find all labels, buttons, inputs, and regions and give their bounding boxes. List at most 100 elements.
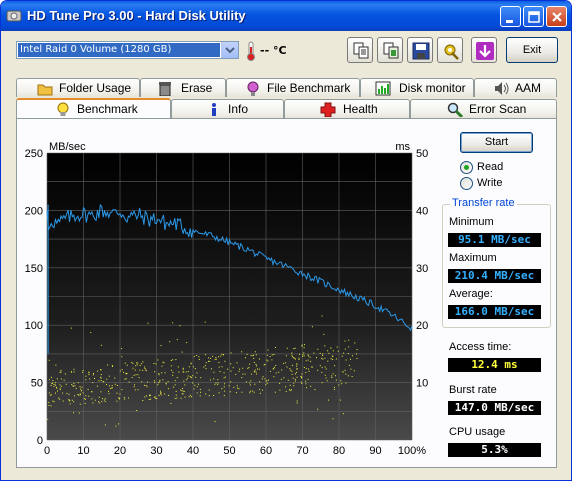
access-time-point (96, 385, 98, 387)
access-time-point (218, 356, 220, 358)
access-time-point (249, 384, 251, 386)
tab-label: Info (228, 102, 249, 116)
access-time-point (182, 387, 184, 389)
access-time-point (242, 373, 244, 375)
access-time-point (137, 389, 139, 391)
access-time-point (230, 363, 232, 365)
tab-info[interactable]: Info (171, 99, 284, 118)
x-tick-label: 90 (369, 445, 381, 455)
app-icon (6, 10, 22, 22)
drive-select-arrow[interactable] (221, 42, 238, 58)
access-time-point (257, 368, 258, 370)
access-time-point (214, 383, 216, 385)
access-time-point (212, 355, 214, 357)
tab-benchmark[interactable]: Benchmark (16, 98, 171, 118)
access-time-point (313, 352, 315, 354)
minimize-button[interactable] (500, 6, 521, 27)
access-time-point (302, 354, 304, 356)
access-time-point (164, 372, 166, 374)
access-time-point (124, 398, 126, 400)
access-time-point (144, 366, 146, 368)
access-time-point (192, 375, 194, 377)
access-time-point (232, 367, 234, 369)
options-button[interactable] (437, 37, 463, 63)
x-tick-label: 60 (260, 445, 272, 455)
access-time-point (126, 373, 128, 375)
access-time-point (254, 351, 256, 353)
access-time-point (330, 358, 332, 360)
y2-tick-label: 20 (416, 320, 428, 332)
access-time-point (80, 390, 82, 392)
tab-erase[interactable]: Erase (140, 78, 226, 97)
access-time-point (310, 360, 312, 362)
tab-disk-monitor[interactable]: Disk monitor (360, 78, 474, 97)
tab-aam[interactable]: AAM (474, 78, 557, 97)
start-button[interactable]: Start (460, 132, 533, 153)
y2-tick-label: 40 (416, 205, 428, 217)
save-button[interactable] (407, 37, 433, 63)
access-time-point (137, 362, 139, 364)
access-time-point (259, 358, 260, 360)
access-time-point (159, 379, 161, 381)
access-time-point (332, 373, 334, 375)
access-time-point (266, 382, 268, 384)
access-time-point (171, 369, 172, 371)
tab-folder-usage[interactable]: Folder Usage (16, 78, 140, 97)
access-time-point (328, 399, 329, 401)
tab-health[interactable]: Health (284, 99, 410, 118)
access-time-point (52, 380, 54, 381)
access-time-point (200, 377, 202, 379)
access-time-point (187, 371, 189, 373)
access-time-point (154, 396, 156, 398)
access-time-point (327, 360, 329, 362)
read-radio[interactable]: Read (460, 161, 540, 175)
access-time-point (235, 373, 237, 375)
access-time-point (50, 385, 52, 386)
tab-file-benchmark[interactable]: File Benchmark (226, 78, 360, 97)
access-time-point (343, 352, 345, 354)
access-time-point (133, 386, 135, 388)
access-time-point (350, 368, 352, 370)
access-time-point (218, 362, 220, 363)
access-time-point (308, 355, 309, 357)
access-time-point (131, 361, 133, 363)
access-time-point (291, 364, 293, 366)
exit-button[interactable]: Exit (506, 37, 558, 63)
access-time-point (289, 389, 291, 390)
title-bar[interactable]: HD Tune Pro 3.00 - Hard Disk Utility (1, 1, 571, 31)
access-time-point (289, 390, 291, 392)
copy-screenshot-button[interactable] (377, 37, 403, 63)
access-time-point (317, 369, 319, 371)
access-time-point (322, 355, 324, 356)
access-time-point (59, 384, 61, 386)
access-time-point (68, 399, 70, 401)
access-time-point (196, 372, 198, 374)
access-time-point (198, 356, 200, 358)
access-time-point (121, 369, 123, 371)
access-time-point (50, 394, 52, 396)
access-time-point (204, 321, 206, 323)
close-button[interactable] (546, 6, 567, 27)
access-time-point (185, 379, 187, 381)
download-button[interactable] (471, 37, 497, 63)
file-benchmark-icon (247, 81, 259, 96)
maximum-value: 210.4 MB/sec (448, 269, 541, 283)
access-time-point (210, 357, 212, 359)
copy-text-button[interactable] (347, 37, 373, 63)
access-time-point (266, 354, 268, 356)
tab-error-scan[interactable]: Error Scan (410, 99, 557, 118)
access-time-point (144, 368, 146, 369)
access-time-point (192, 366, 194, 368)
access-time-point (293, 348, 295, 350)
access-time-point (345, 359, 347, 361)
drive-select[interactable]: Intel Raid 0 Volume (1280 GB) (16, 41, 239, 59)
access-time-point (190, 362, 192, 364)
access-time-point (84, 397, 86, 399)
access-time-point (296, 402, 298, 404)
write-radio[interactable]: Write (460, 177, 540, 191)
y-tick-label: 200 (25, 205, 43, 217)
access-time-point (108, 375, 110, 377)
maximize-button[interactable] (523, 6, 544, 27)
access-time-point (52, 382, 53, 384)
access-time-point (165, 383, 167, 385)
